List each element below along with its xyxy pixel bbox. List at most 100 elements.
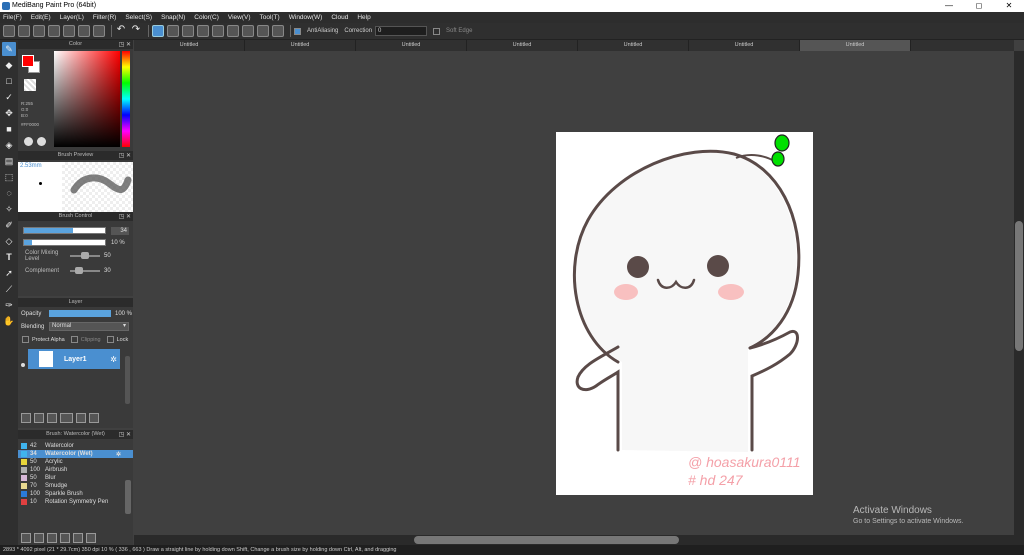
menu-tool[interactable]: Tool(T): [260, 14, 280, 21]
select-eraser-icon[interactable]: ◇: [2, 234, 16, 248]
vertical-scroll-thumb[interactable]: [1015, 221, 1023, 351]
panel-close-icon[interactable]: ◳ ✕: [119, 152, 131, 161]
color-mixing-slider[interactable]: [70, 251, 100, 259]
snap-grid-icon[interactable]: [182, 25, 194, 37]
brush-list-item[interactable]: 10 Rotation Symmetry Pen: [18, 498, 133, 506]
horizontal-scroll-thumb[interactable]: [414, 536, 679, 544]
lock-checkbox[interactable]: [106, 336, 114, 343]
maximize-button[interactable]: ◻: [964, 0, 994, 12]
menu-view[interactable]: View(V): [228, 14, 251, 21]
magic-wand-icon[interactable]: ✧: [2, 202, 16, 216]
clipping-checkbox[interactable]: [70, 336, 78, 343]
brush-list-item[interactable]: 50 Acrylic: [18, 458, 133, 466]
brush-size-value[interactable]: 34: [111, 226, 129, 235]
menu-snap[interactable]: Snap(N): [161, 14, 185, 21]
text-tool-icon[interactable]: T: [2, 250, 16, 264]
protect-alpha-checkbox[interactable]: [22, 336, 29, 343]
save-icon[interactable]: [48, 25, 60, 37]
menu-select[interactable]: Select(S): [125, 14, 152, 21]
brush-list-item[interactable]: 50 Blur: [18, 474, 133, 482]
hue-slider[interactable]: [122, 51, 130, 147]
select-pen-icon[interactable]: ✐: [2, 218, 16, 232]
layer-settings-icon[interactable]: ✲: [110, 355, 117, 364]
redo-icon[interactable]: ↷: [130, 25, 142, 37]
layer-row[interactable]: Layer1 ✲: [28, 349, 120, 369]
eraser-tool-icon[interactable]: ◆: [2, 58, 16, 72]
correction-select[interactable]: 0: [375, 26, 428, 36]
horizontal-scrollbar[interactable]: [134, 535, 1014, 545]
panel-close-icon[interactable]: ◳ ✕: [119, 213, 131, 222]
brush-list-item[interactable]: 70 Smudge: [18, 482, 133, 490]
snap-parallel-icon[interactable]: [167, 25, 179, 37]
tab-untitled[interactable]: Untitled: [245, 40, 356, 51]
snap-curve-icon[interactable]: [227, 25, 239, 37]
close-button[interactable]: ✕: [994, 0, 1024, 12]
folder-icon[interactable]: [60, 533, 70, 543]
vertical-scrollbar[interactable]: [1014, 51, 1024, 545]
new-file-icon[interactable]: [18, 25, 30, 37]
menu-help[interactable]: Help: [357, 14, 370, 21]
canvas-paper[interactable]: @ hoasakura0111 # hd 247: [556, 132, 813, 495]
copy-brush-icon[interactable]: [73, 533, 83, 543]
complement-slider[interactable]: [70, 266, 100, 274]
snap-settings-icon[interactable]: [272, 25, 284, 37]
tab-untitled[interactable]: Untitled: [356, 40, 467, 51]
brush-list-item[interactable]: 100 Sparkle Brush: [18, 490, 133, 498]
lasso-icon[interactable]: ◌: [2, 186, 16, 200]
fill-rect-icon[interactable]: ■: [2, 122, 16, 136]
tab-untitled[interactable]: Untitled: [134, 40, 245, 51]
snap-circle-icon[interactable]: [212, 25, 224, 37]
menu-edit[interactable]: Edit(E): [31, 14, 51, 21]
cloud-icon[interactable]: [3, 25, 15, 37]
brush-settings-icon[interactable]: [47, 533, 57, 543]
brush-settings-icon[interactable]: ✲: [116, 451, 121, 458]
blending-select[interactable]: Normal ▾: [49, 322, 129, 331]
menu-color[interactable]: Color(C): [194, 14, 219, 21]
layer-opacity-bar[interactable]: [49, 310, 111, 317]
color-mixing-knob[interactable]: [81, 251, 89, 259]
new-layer-menu-icon[interactable]: [60, 413, 73, 423]
snap-settings-icon[interactable]: [257, 25, 269, 37]
tab-untitled[interactable]: Untitled: [467, 40, 578, 51]
gradient-tool-icon[interactable]: ▤: [2, 154, 16, 168]
menu-layer[interactable]: Layer(L): [60, 14, 84, 21]
color-mode-icon[interactable]: [24, 137, 33, 146]
layer-scrollbar[interactable]: [125, 356, 130, 404]
divide-tool-icon[interactable]: ⟋: [2, 282, 16, 296]
menu-cloud[interactable]: Cloud: [331, 14, 348, 21]
menu-file[interactable]: File(F): [3, 14, 22, 21]
undo-icon[interactable]: ↶: [115, 25, 127, 37]
panel-close-icon[interactable]: ◳ ✕: [119, 431, 131, 440]
export-icon[interactable]: [78, 25, 90, 37]
transparent-swatch[interactable]: [24, 79, 36, 91]
new-layer-icon[interactable]: [21, 413, 31, 423]
menu-filter[interactable]: Filter(R): [93, 14, 116, 21]
canvas-area[interactable]: @ hoasakura0111 # hd 247: [134, 51, 1014, 535]
hand-tool-icon[interactable]: ✋: [2, 314, 16, 328]
layer-visibility-icon[interactable]: [21, 363, 25, 367]
delete-brush-icon[interactable]: [86, 533, 96, 543]
tab-untitled[interactable]: Untitled: [689, 40, 800, 51]
menu-window[interactable]: Window(W): [289, 14, 323, 21]
new-halftone-layer-icon[interactable]: [34, 413, 44, 423]
cloud-brush-icon[interactable]: [21, 533, 31, 543]
operation-tool-icon[interactable]: ➚: [2, 266, 16, 280]
brush-list-item[interactable]: 34 Watercolor (Wet) ✲: [18, 450, 133, 458]
sv-picker[interactable]: [54, 51, 120, 147]
antialias-checkbox[interactable]: [294, 27, 301, 35]
save-as-icon[interactable]: [63, 25, 75, 37]
brush-list-item[interactable]: 100 Airbrush: [18, 466, 133, 474]
brush-tool-icon[interactable]: ✎: [2, 42, 16, 56]
duplicate-layer-icon[interactable]: [89, 413, 99, 423]
brush-list-item[interactable]: 42 Watercolor: [18, 442, 133, 450]
color-palette-icon[interactable]: [37, 137, 46, 146]
snap-radial-icon[interactable]: [197, 25, 209, 37]
add-brush-icon[interactable]: [34, 533, 44, 543]
new-8bit-layer-icon[interactable]: [47, 413, 57, 423]
rect-select-icon[interactable]: ⬚: [2, 170, 16, 184]
tab-untitled[interactable]: Untitled: [578, 40, 689, 51]
brush-opacity-bar[interactable]: [23, 239, 106, 246]
primary-color-swatch[interactable]: [22, 55, 34, 67]
dot-tool-icon[interactable]: □: [2, 74, 16, 88]
tab-untitled[interactable]: Untitled: [800, 40, 911, 51]
